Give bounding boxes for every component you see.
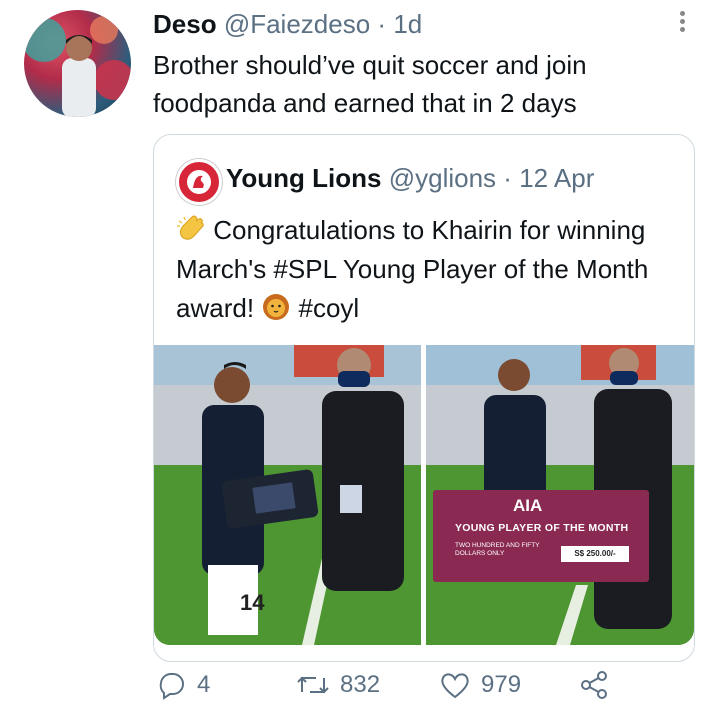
hashtag-coyl[interactable]: #coyl	[299, 293, 360, 323]
header-separator: ·	[377, 9, 387, 39]
quoted-author-name[interactable]: Young Lions	[226, 163, 382, 193]
author-name[interactable]: Deso	[153, 9, 217, 39]
quoted-date[interactable]: 12 Apr	[519, 163, 594, 193]
cheque-title: YOUNG PLAYER OF THE MONTH	[455, 522, 629, 534]
tweet-actions: 4 832 979	[153, 665, 713, 705]
heart-icon	[441, 673, 469, 699]
share-button[interactable]	[578, 665, 610, 705]
quoted-text: Congratulations to Khairin for winning M…	[176, 211, 681, 328]
award-photo-2[interactable]: AIA YOUNG PLAYER OF THE MONTH TWO HUNDRE…	[426, 345, 694, 645]
author-avatar[interactable]	[24, 10, 131, 117]
reply-count: 4	[197, 671, 211, 698]
quoted-header: Young Lions @yglions · 12 Apr	[226, 161, 594, 195]
lion-crest-icon	[181, 164, 217, 200]
tweet-age[interactable]: 1d	[393, 9, 422, 39]
lion-face-emoji	[263, 294, 290, 320]
tweet-header: Deso @Faiezdeso · 1d	[153, 8, 422, 40]
author-handle[interactable]: @Faiezdeso	[224, 9, 370, 39]
cheque-card: AIA YOUNG PLAYER OF THE MONTH TWO HUNDRE…	[433, 490, 649, 582]
quoted-author-handle[interactable]: @yglions	[389, 163, 496, 193]
share-icon	[581, 671, 607, 699]
cheque-brand: AIA	[513, 496, 543, 515]
shirt-number: 14	[240, 590, 265, 615]
cheque-amount: S$ 250.00/-	[561, 546, 629, 562]
quoted-author-avatar	[176, 159, 222, 205]
photo-1-image: 14	[154, 345, 421, 645]
quoted-text-body: Congratulations to Khairin for winning M…	[176, 215, 649, 323]
reply-button[interactable]: 4	[157, 665, 210, 705]
award-photo-1[interactable]: 14	[154, 345, 421, 645]
like-count: 979	[481, 671, 522, 698]
tweet-text: Brother should’ve quit soccer and join f…	[153, 50, 587, 118]
cheque-amount-words: TWO HUNDRED AND FIFTY DOLLARS ONLY	[455, 542, 540, 557]
clapping-hands-emoji	[177, 215, 204, 240]
quoted-tweet[interactable]: Young Lions @yglions · 12 Apr Congratula…	[153, 134, 695, 662]
like-button[interactable]: 979	[439, 665, 521, 705]
avatar-photo	[24, 16, 131, 117]
retweet-icon	[297, 676, 329, 694]
quoted-separator: ·	[503, 163, 512, 193]
retweet-count: 832	[340, 671, 381, 698]
reply-icon	[159, 672, 184, 700]
more-options-icon[interactable]	[675, 8, 689, 40]
retweet-button[interactable]: 832	[296, 665, 380, 705]
